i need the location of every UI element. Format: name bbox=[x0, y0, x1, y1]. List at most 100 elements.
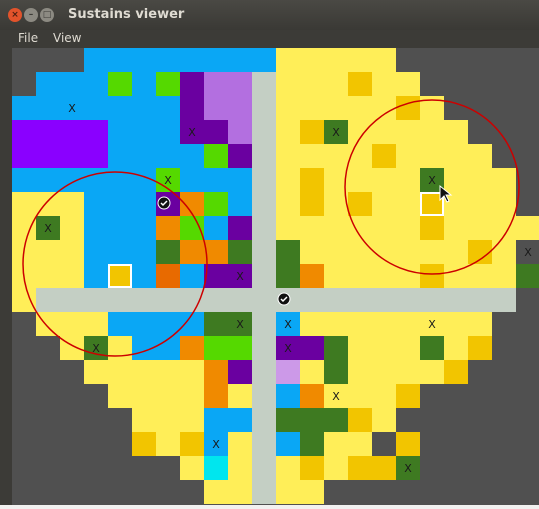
grid-cell[interactable] bbox=[348, 240, 372, 264]
grid-cell[interactable] bbox=[228, 336, 252, 360]
grid-cell[interactable] bbox=[276, 360, 300, 384]
grid-cell[interactable] bbox=[60, 144, 84, 168]
grid-cell[interactable] bbox=[324, 240, 348, 264]
grid-cell[interactable] bbox=[180, 408, 204, 432]
grid-cell[interactable] bbox=[300, 96, 324, 120]
grid-cell[interactable] bbox=[84, 264, 108, 288]
minimize-icon[interactable]: – bbox=[24, 8, 38, 22]
grid-cell[interactable] bbox=[372, 192, 396, 216]
grid-cell[interactable] bbox=[276, 456, 300, 480]
grid-cell[interactable] bbox=[36, 264, 60, 288]
grid-cell[interactable] bbox=[108, 120, 132, 144]
grid-cell[interactable] bbox=[12, 120, 36, 144]
grid-cell[interactable] bbox=[156, 432, 180, 456]
grid-cell[interactable] bbox=[180, 432, 204, 456]
grid-cell[interactable] bbox=[84, 168, 108, 192]
grid-cell[interactable] bbox=[444, 312, 468, 336]
grid-cell[interactable] bbox=[348, 384, 372, 408]
grid-cell[interactable] bbox=[228, 384, 252, 408]
grid-cell[interactable] bbox=[324, 144, 348, 168]
sustains-grid[interactable]: XXXXXX XXXX XXXXXX bbox=[12, 48, 539, 505]
grid-cell[interactable] bbox=[300, 312, 324, 336]
grid-cell[interactable] bbox=[132, 408, 156, 432]
grid-cell[interactable] bbox=[228, 480, 252, 504]
grid-cell[interactable] bbox=[180, 240, 204, 264]
grid-cell[interactable] bbox=[156, 144, 180, 168]
grid-cell[interactable] bbox=[156, 120, 180, 144]
grid-cell[interactable] bbox=[276, 264, 300, 288]
grid-cell[interactable] bbox=[156, 216, 180, 240]
grid-cell[interactable] bbox=[276, 72, 300, 96]
grid-cell[interactable] bbox=[228, 144, 252, 168]
grid-cell[interactable] bbox=[204, 144, 228, 168]
grid-cell[interactable] bbox=[492, 168, 516, 192]
grid-cell[interactable] bbox=[252, 48, 276, 72]
grid-cell[interactable] bbox=[372, 48, 396, 72]
grid-cell[interactable] bbox=[36, 120, 60, 144]
grid-cell[interactable] bbox=[348, 168, 372, 192]
grid-cell[interactable] bbox=[204, 384, 228, 408]
grid-cell[interactable] bbox=[372, 96, 396, 120]
grid-cell[interactable] bbox=[348, 144, 372, 168]
grid-cell[interactable] bbox=[84, 96, 108, 120]
grid-cell[interactable] bbox=[420, 336, 444, 360]
grid-cell[interactable] bbox=[420, 240, 444, 264]
grid-cell[interactable] bbox=[204, 312, 228, 336]
grid-cell[interactable] bbox=[228, 456, 252, 480]
grid-cell[interactable] bbox=[156, 240, 180, 264]
grid-cell[interactable] bbox=[372, 72, 396, 96]
grid-cell[interactable] bbox=[180, 456, 204, 480]
grid-cell[interactable] bbox=[420, 120, 444, 144]
grid-cell[interactable] bbox=[180, 168, 204, 192]
grid-cell[interactable] bbox=[12, 288, 36, 312]
grid-cell[interactable] bbox=[108, 384, 132, 408]
grid-cell[interactable] bbox=[300, 240, 324, 264]
grid-cell[interactable] bbox=[420, 264, 444, 288]
grid-cell[interactable] bbox=[324, 192, 348, 216]
grid-cell[interactable] bbox=[324, 312, 348, 336]
grid-cell[interactable] bbox=[228, 192, 252, 216]
grid-cell[interactable] bbox=[132, 264, 156, 288]
grid-cell[interactable] bbox=[348, 48, 372, 72]
grid-cell[interactable] bbox=[276, 168, 300, 192]
grid-cell[interactable] bbox=[12, 216, 36, 240]
grid-cell[interactable] bbox=[84, 360, 108, 384]
grid-cell[interactable] bbox=[204, 480, 228, 504]
grid-cell[interactable] bbox=[444, 192, 468, 216]
menu-file[interactable]: File bbox=[18, 31, 38, 45]
grid-cell[interactable] bbox=[36, 72, 60, 96]
grid-cell[interactable] bbox=[372, 384, 396, 408]
grid-cell[interactable] bbox=[132, 120, 156, 144]
grid-cell[interactable] bbox=[132, 216, 156, 240]
grid-cell[interactable] bbox=[108, 144, 132, 168]
grid-cell[interactable] bbox=[180, 264, 204, 288]
grid-cell[interactable] bbox=[348, 408, 372, 432]
grid-cell[interactable] bbox=[84, 216, 108, 240]
grid-cell[interactable] bbox=[108, 216, 132, 240]
grid-cell[interactable] bbox=[276, 384, 300, 408]
grid-cell[interactable] bbox=[348, 264, 372, 288]
grid-cell[interactable] bbox=[180, 48, 204, 72]
grid-cell[interactable] bbox=[324, 336, 348, 360]
grid-cell[interactable] bbox=[132, 384, 156, 408]
grid-cell[interactable] bbox=[300, 360, 324, 384]
selected-cell[interactable] bbox=[108, 264, 132, 288]
grid-cell[interactable] bbox=[348, 120, 372, 144]
grid-cell[interactable] bbox=[132, 432, 156, 456]
grid-cell[interactable] bbox=[348, 192, 372, 216]
grid-cell[interactable] bbox=[228, 120, 252, 144]
grid-cell[interactable] bbox=[372, 120, 396, 144]
grid-cell[interactable] bbox=[204, 360, 228, 384]
grid-cell[interactable] bbox=[84, 120, 108, 144]
grid-cell[interactable] bbox=[300, 216, 324, 240]
grid-cell[interactable] bbox=[444, 120, 468, 144]
grid-cell[interactable] bbox=[324, 48, 348, 72]
grid-cell[interactable] bbox=[396, 312, 420, 336]
grid-cell[interactable] bbox=[396, 96, 420, 120]
grid-cell[interactable] bbox=[84, 312, 108, 336]
grid-cell[interactable] bbox=[132, 312, 156, 336]
grid-cell[interactable] bbox=[108, 312, 132, 336]
grid-cell[interactable] bbox=[180, 72, 204, 96]
menu-view[interactable]: View bbox=[53, 31, 81, 45]
grid-cell[interactable] bbox=[156, 408, 180, 432]
